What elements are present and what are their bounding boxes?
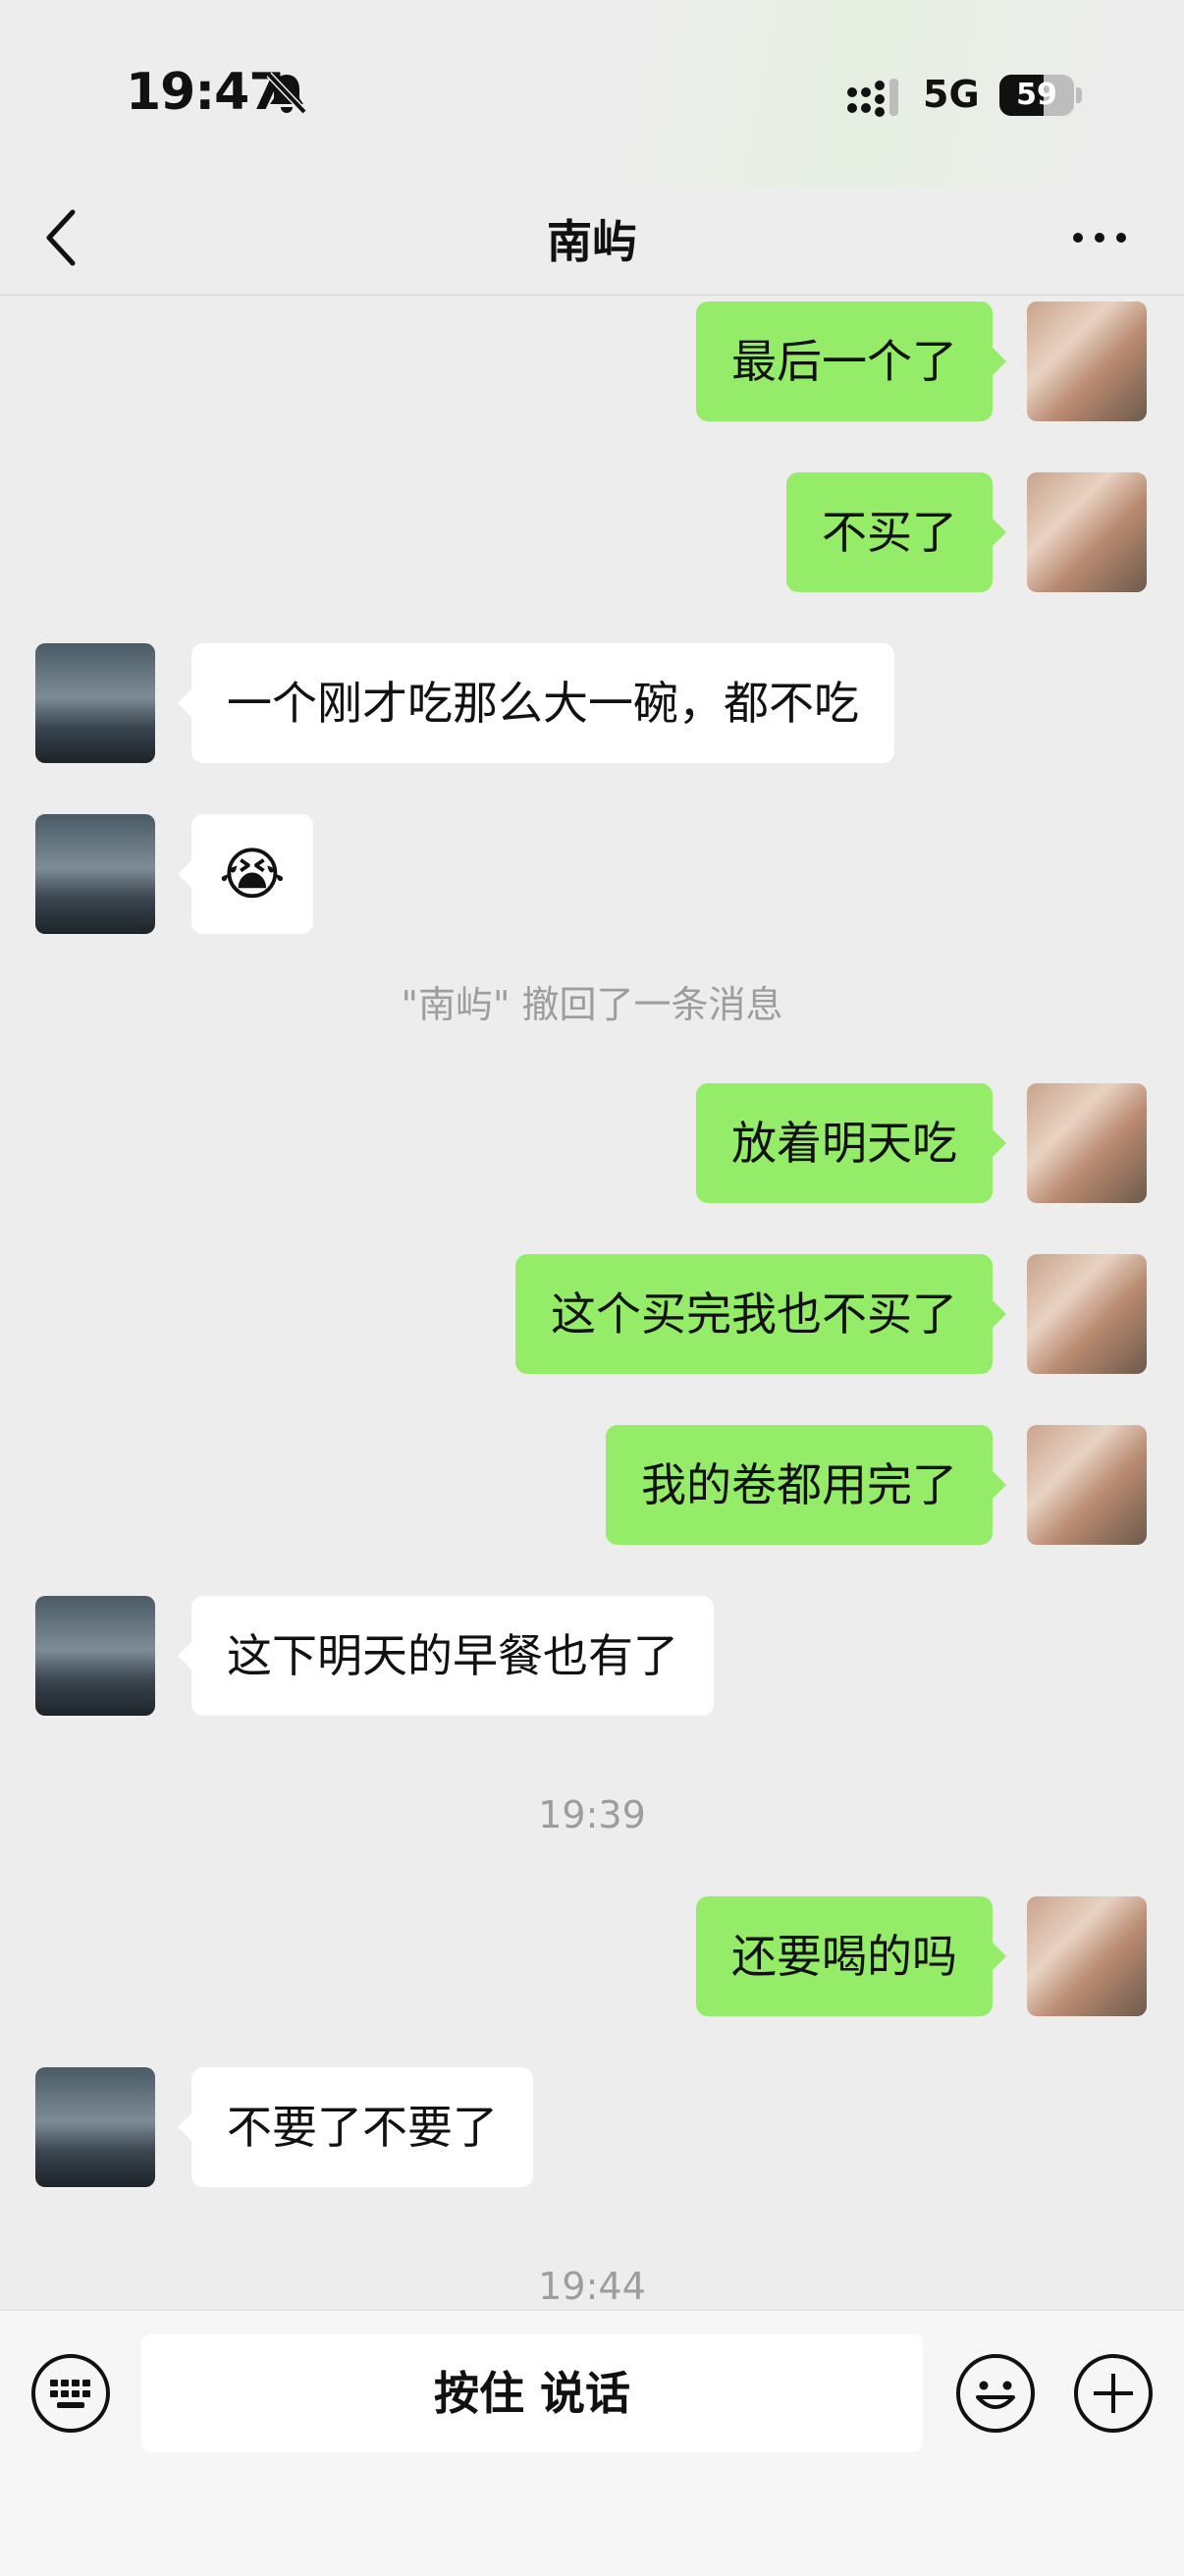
plus-icon[interactable] xyxy=(1072,2352,1155,2435)
sent-bubble[interactable]: 这个买完我也不买了 xyxy=(515,1254,1006,1374)
hold-to-talk-button[interactable]: 按住 说话 xyxy=(141,2334,923,2452)
sent-bubble[interactable]: 放着明天吃 xyxy=(696,1083,1006,1203)
timestamp: 19:39 xyxy=(538,1793,646,1836)
battery-tip xyxy=(1076,87,1082,103)
timestamp: 19:44 xyxy=(538,2265,646,2308)
status-time: 19:47 xyxy=(126,63,285,122)
status-bar: 19:47 5G 59 xyxy=(0,0,1184,187)
received-bubble[interactable]: 不要了不要了 xyxy=(178,2067,533,2187)
network-type: 5G xyxy=(923,73,980,116)
emoji-icon[interactable] xyxy=(954,2352,1037,2435)
my-avatar[interactable] xyxy=(1027,1896,1147,2016)
my-avatar[interactable] xyxy=(1027,1083,1147,1203)
sent-bubble[interactable]: 还要喝的吗 xyxy=(696,1896,1006,2016)
message-row: 最后一个了 xyxy=(0,301,1184,423)
chat-title: 南屿 xyxy=(547,215,637,268)
contact-avatar[interactable] xyxy=(35,2067,155,2187)
my-avatar[interactable] xyxy=(1027,1254,1147,1374)
my-avatar[interactable] xyxy=(1027,1425,1147,1545)
message-row: 不要了不要了 xyxy=(0,2067,1184,2189)
battery-icon: 59 xyxy=(999,75,1074,116)
message-list[interactable]: 最后一个了 不买了 一个刚才吃那么大一碗，都不吃 😭 "南屿" 撤回了一条消息 … xyxy=(0,297,1184,2310)
received-bubble[interactable]: 一个刚才吃那么大一碗，都不吃 xyxy=(178,643,894,763)
message-row: 一个刚才吃那么大一碗，都不吃 xyxy=(0,643,1184,765)
received-emoji-bubble[interactable]: 😭 xyxy=(178,814,313,934)
message-row: 这个买完我也不买了 xyxy=(0,1254,1184,1376)
received-bubble[interactable]: 这下明天的早餐也有了 xyxy=(178,1596,714,1716)
message-row: 我的卷都用完了 xyxy=(0,1425,1184,1547)
message-row: 还要喝的吗 xyxy=(0,1896,1184,2018)
message-row: 不买了 xyxy=(0,472,1184,594)
input-bar: 按住 说话 xyxy=(0,2310,1184,2576)
more-dots-icon[interactable] xyxy=(1070,226,1129,249)
sent-bubble[interactable]: 我的卷都用完了 xyxy=(606,1425,1006,1545)
contact-avatar[interactable] xyxy=(35,643,155,763)
battery-percent: 59 xyxy=(1016,78,1057,112)
keyboard-icon[interactable] xyxy=(29,2352,112,2435)
message-row: 这下明天的早餐也有了 xyxy=(0,1596,1184,1718)
my-avatar[interactable] xyxy=(1027,301,1147,421)
cellular-signal-icon xyxy=(847,79,898,117)
message-row: 😭 xyxy=(0,814,1184,936)
bell-muted-icon xyxy=(266,72,307,115)
message-row: 放着明天吃 xyxy=(0,1083,1184,1205)
contact-avatar[interactable] xyxy=(35,1596,155,1716)
chat-header: 南屿 xyxy=(0,187,1184,296)
sent-bubble[interactable]: 不买了 xyxy=(786,472,1006,592)
my-avatar[interactable] xyxy=(1027,472,1147,592)
sent-bubble[interactable]: 最后一个了 xyxy=(696,301,1006,421)
contact-avatar[interactable] xyxy=(35,814,155,934)
recall-notice: "南屿" 撤回了一条消息 xyxy=(401,983,783,1026)
